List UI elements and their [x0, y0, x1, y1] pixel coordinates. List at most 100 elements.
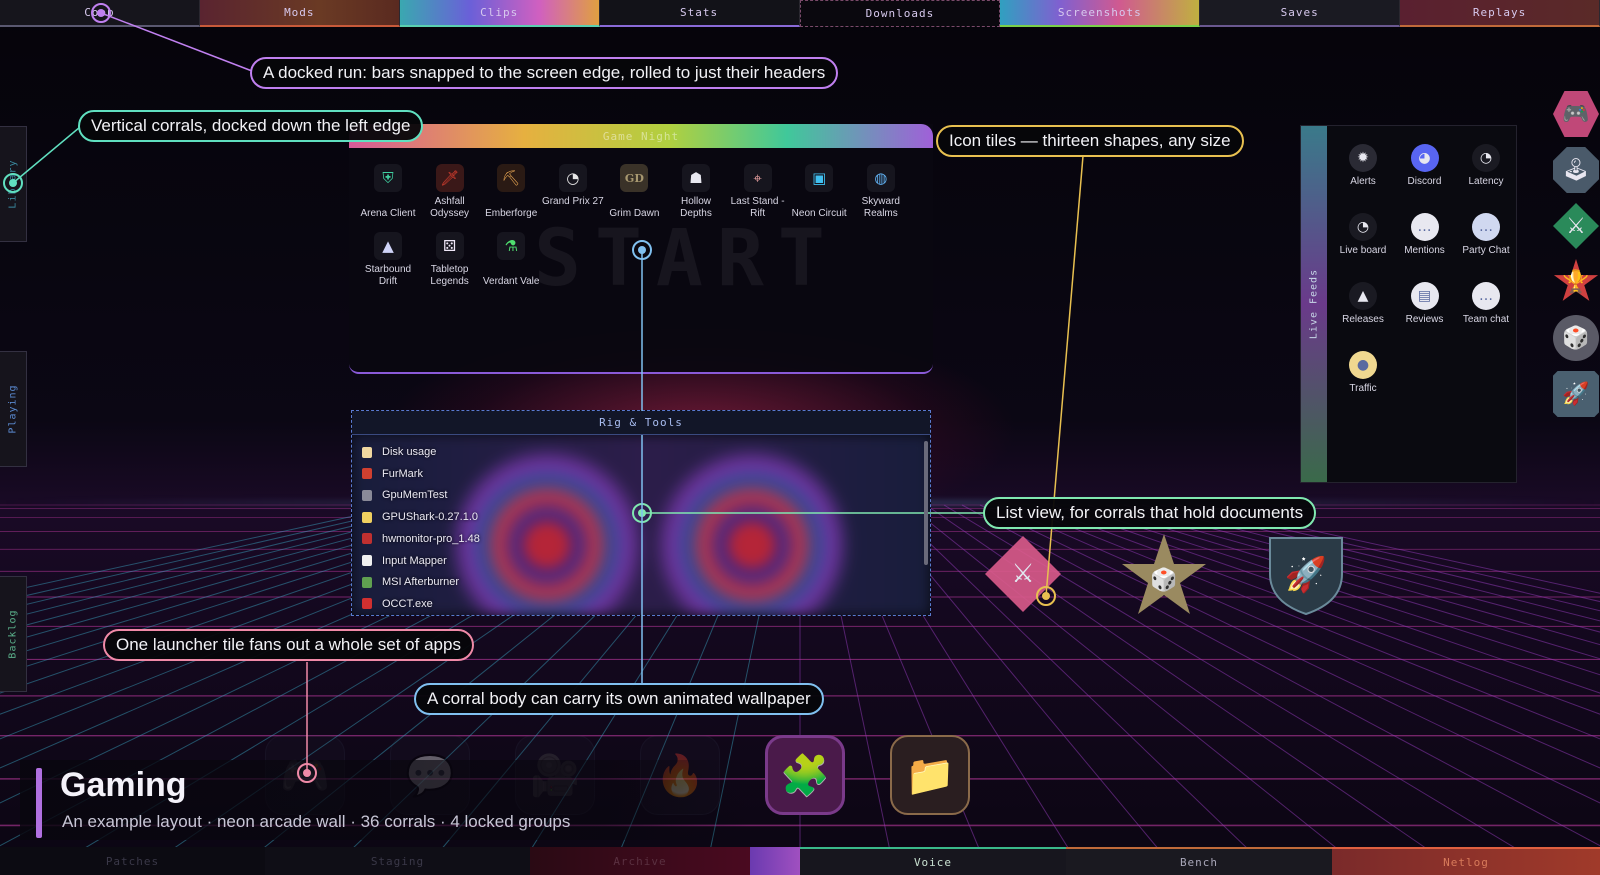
game-tile-label: Grim Dawn: [609, 208, 660, 219]
callout-icon-tiles: Icon tiles — thirteen shapes, any size: [936, 125, 1244, 157]
corral-live-feeds-header[interactable]: Live Feeds: [1301, 126, 1327, 482]
list-item[interactable]: FurMark: [362, 463, 423, 485]
feed-tile[interactable]: … Mentions: [1394, 213, 1456, 256]
game-tile[interactable]: GD Grim Dawn: [603, 164, 665, 220]
gamepad-icon: 🎮: [1562, 101, 1590, 127]
feed-tile-label: Latency: [1468, 176, 1504, 187]
top-tab-clips[interactable]: Clips: [399, 0, 600, 27]
list-item[interactable]: Disk usage: [362, 441, 436, 463]
game-tile-label: Tabletop Legends: [430, 264, 469, 287]
feed-tile[interactable]: ▤ Reviews: [1394, 282, 1456, 325]
feed-tile[interactable]: ▲ Releases: [1332, 282, 1394, 325]
corral-backlog-label: Backlog: [7, 609, 19, 659]
game-tile[interactable]: ⌖ Last Stand - Rift: [727, 164, 789, 220]
discord-icon: ◕: [1410, 144, 1439, 172]
list-item[interactable]: Input Mapper: [362, 550, 447, 572]
bottom-tab-label: Patches: [105, 854, 160, 868]
chip-icon: ▣: [805, 164, 834, 192]
list-item[interactable]: OCCT.exe: [362, 593, 433, 615]
feed-tile[interactable]: … Team chat: [1455, 282, 1517, 325]
file-name: Input Mapper: [382, 554, 447, 567]
game-tile[interactable]: ◔ Grand Prix 27: [542, 164, 604, 208]
top-tab-stats[interactable]: Stats: [599, 0, 800, 27]
file-name: MSI Afterburner: [382, 576, 460, 589]
corral-rig-tools-header[interactable]: Rig & Tools: [352, 411, 930, 435]
corral-game-night-header[interactable]: Game Night: [349, 124, 933, 148]
game-tile[interactable]: 🗡 Ashfall Odyssey: [419, 164, 481, 220]
game-tile-label: Hollow Depths: [680, 196, 712, 219]
game-tile-label: Starbound Drift: [364, 264, 412, 287]
feed-tile-label: Live board: [1339, 245, 1387, 256]
bottom-tab-archive[interactable]: Archive: [530, 847, 750, 875]
corral-library[interactable]: Library: [0, 126, 27, 242]
list-item[interactable]: MSI Afterburner: [362, 571, 459, 593]
game-tile[interactable]: ☗ Hollow Depths: [665, 164, 727, 220]
feed-tile[interactable]: ◔ Latency: [1455, 144, 1517, 187]
list-item[interactable]: hwmonitor-pro_1.48: [362, 528, 480, 550]
list-item[interactable]: GpuMemTest: [362, 484, 447, 506]
game-tile[interactable]: ▲ Starbound Drift: [357, 232, 419, 288]
bottom-tab-voice[interactable]: Voice: [800, 847, 1066, 875]
top-tab-screenshots[interactable]: Screenshots: [1000, 0, 1201, 27]
star-tile[interactable]: 🎲: [1122, 534, 1206, 614]
bottom-tab-label: Archive: [613, 854, 667, 868]
corral-backlog[interactable]: Backlog: [0, 576, 27, 692]
rocket-icon: ▲: [1349, 282, 1377, 310]
diamond-tile[interactable]: ⚔: [985, 536, 1061, 612]
dock-tile-folder[interactable]: 📁: [890, 735, 970, 815]
top-tab-label: Coop: [84, 6, 115, 19]
top-tab-saves[interactable]: Saves: [1200, 0, 1401, 27]
feed-tile-label: Reviews: [1405, 314, 1444, 325]
feed-tile[interactable]: … Party Chat: [1455, 213, 1517, 256]
flask-icon: ⚗: [497, 232, 526, 260]
dice-icon: ⚄: [435, 232, 464, 260]
corral-game-night: Game Night START ⛨ Arena Client 🗡 Ashfall O…: [349, 124, 933, 374]
scrollbar[interactable]: [924, 441, 928, 565]
top-tab-mods[interactable]: Mods: [199, 0, 400, 27]
shield-icon: ⛨: [374, 164, 402, 192]
game-tile[interactable]: ◍ Skyward Realms: [850, 164, 912, 220]
corral-playing-label: Playing: [7, 384, 19, 434]
shape-tile[interactable]: 🚀: [1553, 371, 1599, 417]
caption-accent-bar: [36, 768, 42, 838]
game-tile-label: Ashfall Odyssey: [430, 196, 470, 219]
bottom-tab-netlog[interactable]: Netlog: [1332, 847, 1600, 875]
shape-tile[interactable]: 🎲: [1553, 315, 1599, 361]
file-name: hwmonitor-pro_1.48: [382, 532, 480, 545]
start-watermark: START: [534, 214, 839, 304]
dock-tile-puzzle[interactable]: 🧩: [765, 735, 845, 815]
bottom-tab-patches[interactable]: Patches: [0, 847, 265, 875]
top-tab-downloads[interactable]: Downloads: [799, 0, 1001, 27]
top-tab-label: Screenshots: [1057, 6, 1142, 19]
feed-tile[interactable]: ✹ Alerts: [1332, 144, 1394, 187]
bottom-tab-staging[interactable]: Staging: [265, 847, 530, 875]
game-tile[interactable]: ⚄ Tabletop Legends: [419, 232, 481, 288]
corral-playing[interactable]: Playing: [0, 351, 27, 467]
file-icon: [362, 511, 372, 523]
chat-bubble-icon: …: [1410, 213, 1439, 241]
sword-icon: 🗡: [435, 164, 464, 192]
feed-tile-label: Party Chat: [1462, 245, 1510, 256]
bottom-tab-bench[interactable]: Bench: [1066, 847, 1332, 875]
top-tab-label: Replays: [1472, 6, 1527, 19]
game-tile-label: Emberforge: [485, 208, 538, 219]
bug-icon: ✹: [1349, 144, 1377, 172]
feed-tile-label: Releases: [1342, 314, 1384, 325]
feed-tile-label: Discord: [1407, 176, 1442, 187]
feed-tile[interactable]: ● Traffic: [1332, 351, 1394, 394]
game-tile[interactable]: ⛨ Arena Client: [357, 164, 419, 220]
top-tab-replays[interactable]: Replays: [1400, 0, 1600, 27]
shape-tile[interactable]: 🕹: [1553, 147, 1599, 193]
top-tab-coop[interactable]: Coop: [0, 0, 200, 27]
game-tile[interactable]: ⚗ Verdant Vale: [480, 232, 542, 288]
bottom-tab-label: Voice: [913, 855, 953, 869]
feed-tile[interactable]: ◕ Discord: [1394, 144, 1456, 187]
game-tile[interactable]: ▣ Neon Circuit: [788, 164, 850, 220]
game-tile[interactable]: ⛏ Emberforge: [480, 164, 542, 220]
callout-launcher: One launcher tile fans out a whole set o…: [103, 629, 474, 661]
feed-tile[interactable]: ◔ Live board: [1332, 213, 1394, 256]
list-item[interactable]: GPUShark-0.27.1.0: [362, 506, 478, 528]
gd-logo-icon: GD: [620, 164, 649, 192]
rocket-icon: ▲: [374, 232, 402, 260]
shield-tile[interactable]: 🚀: [1266, 534, 1346, 616]
